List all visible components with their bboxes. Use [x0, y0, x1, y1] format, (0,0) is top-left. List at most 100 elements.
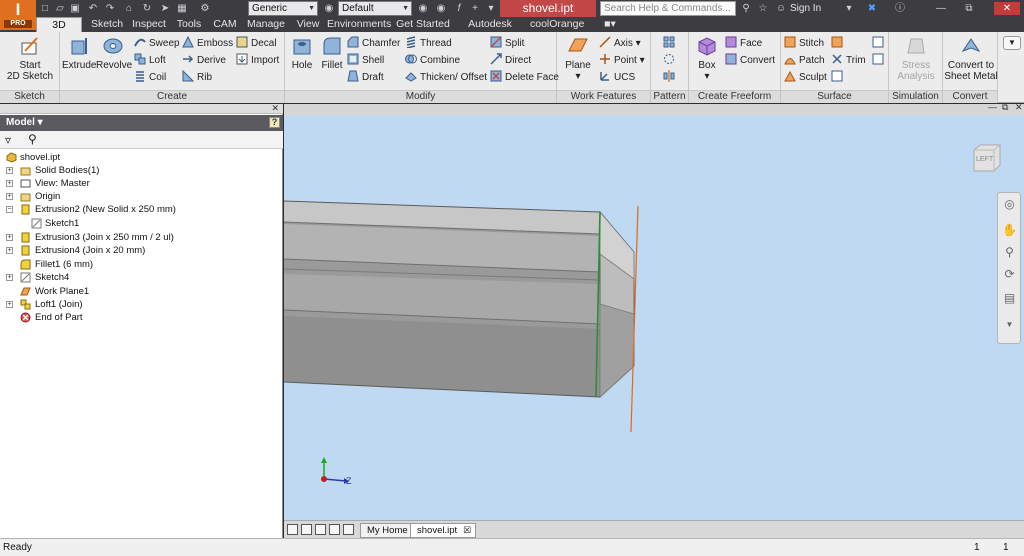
extend-surface-button[interactable]	[831, 36, 846, 51]
loft-button[interactable]: Loft	[134, 53, 166, 68]
tree-node-shovel[interactable]: shovel.ipt	[6, 151, 60, 164]
tab-sketch[interactable]: Sketch	[88, 17, 126, 32]
select-icon[interactable]: ➤	[158, 2, 172, 15]
zoom-icon[interactable]: ⚲	[1002, 245, 1017, 260]
cascade-icon[interactable]	[315, 524, 326, 535]
clear-appearance-icon[interactable]: ◉	[416, 2, 430, 15]
fillet-button[interactable]: Fillet	[317, 35, 347, 71]
tree-node-extrusion3[interactable]: + Extrusion3 (Join x 250 mm / 2 ul)	[6, 231, 174, 244]
restore-icon[interactable]: ⧉	[962, 2, 976, 15]
emboss-button[interactable]: Emboss	[182, 36, 233, 51]
search-input[interactable]: Search Help & Commands...	[600, 1, 736, 16]
axis-button[interactable]: Axis ▾	[599, 36, 641, 51]
repair-button[interactable]	[872, 36, 887, 51]
home-icon[interactable]: ⌂	[122, 2, 136, 15]
delete-face-button[interactable]: Delete Face	[490, 70, 559, 85]
derive-button[interactable]: Derive	[182, 53, 226, 68]
direct-button[interactable]: Direct	[490, 53, 531, 68]
undo-icon[interactable]: ↶	[86, 2, 100, 15]
draft-button[interactable]: Draft	[347, 70, 384, 85]
tab-inspect[interactable]: Inspect	[130, 17, 168, 32]
viewcube[interactable]: LEFT	[970, 142, 1002, 174]
tree-node-extrusion4[interactable]: + Extrusion4 (Join x 20 mm)	[6, 244, 145, 257]
hole-button[interactable]: Hole	[287, 35, 317, 71]
save-icon[interactable]: ▣	[68, 2, 82, 15]
chevron-down-icon[interactable]: ▼	[1002, 317, 1017, 332]
binoculars-icon[interactable]: ⚲	[739, 2, 753, 15]
expand-icon[interactable]: +	[6, 193, 13, 200]
chevron-down-icon[interactable]: ▾	[842, 2, 856, 15]
tab-cam[interactable]: CAM	[210, 17, 240, 32]
stitch-button[interactable]: Stitch	[784, 36, 824, 51]
tab-my-home[interactable]: My Home	[360, 523, 415, 538]
close-icon[interactable]: ✕	[994, 2, 1020, 15]
stress-analysis-button[interactable]: Stress Analysis	[891, 35, 941, 82]
tree-node-origin[interactable]: + Origin	[6, 190, 60, 203]
tree-node-sketch4[interactable]: + Sketch4	[6, 271, 69, 284]
document-list-icon[interactable]	[343, 524, 354, 535]
expand-icon[interactable]: +	[6, 274, 13, 281]
expand-icon[interactable]: +	[6, 247, 13, 254]
tree-node-view-master[interactable]: + View: Master	[6, 177, 90, 190]
look-at-icon[interactable]: ▤	[1002, 291, 1017, 306]
tree-node-loft1[interactable]: + Loft1 (Join)	[6, 298, 83, 311]
material-select[interactable]: Generic ▼	[248, 1, 318, 16]
convert-button[interactable]: Convert	[725, 53, 775, 68]
tile-horizontal-icon[interactable]	[287, 524, 298, 535]
ucs-button[interactable]: UCS	[599, 70, 635, 85]
pan-icon[interactable]: ✋	[1002, 223, 1017, 238]
thread-button[interactable]: Thread	[405, 36, 452, 51]
tree-node-end-of-part[interactable]: End of Part	[20, 311, 83, 324]
binoculars-icon[interactable]: ⚲	[28, 132, 37, 146]
rectangular-pattern-button[interactable]	[663, 36, 678, 51]
help-icon[interactable]: ⓘ	[893, 2, 907, 15]
tree-node-solid-bodies[interactable]: + Solid Bodies(1)	[6, 164, 99, 177]
plus-icon[interactable]: +	[468, 2, 482, 15]
replace-face-button[interactable]	[831, 70, 846, 85]
tab-autodesk-a360[interactable]: Autodesk A360	[455, 17, 525, 45]
close-icon[interactable]: ✕	[271, 103, 279, 114]
sweep-button[interactable]: Sweep	[134, 36, 180, 51]
ilogic-icon[interactable]: ⚙	[198, 2, 212, 15]
full-navigation-wheel-icon[interactable]: ◎	[1002, 197, 1017, 212]
tab-3d-model[interactable]: 3D Model	[36, 17, 82, 46]
rib-button[interactable]: Rib	[182, 70, 212, 85]
patch-button[interactable]: Patch	[784, 53, 825, 68]
box-button[interactable]: Box ▾	[691, 35, 723, 82]
adjust-icon[interactable]: ◉	[434, 2, 448, 15]
tab-view[interactable]: View	[293, 17, 323, 32]
combine-button[interactable]: Combine	[405, 53, 460, 68]
mirror-button[interactable]	[663, 70, 678, 85]
update-icon[interactable]: ↻	[140, 2, 154, 15]
exchange-icon[interactable]: ✖	[865, 2, 879, 15]
close-tab-icon[interactable]: ☒	[463, 524, 471, 537]
redo-icon[interactable]: ↷	[103, 2, 117, 15]
coil-button[interactable]: Coil	[134, 70, 166, 85]
tree-node-extrusion2[interactable]: − Extrusion2 (New Solid x 250 mm)	[6, 203, 176, 216]
tile-vertical-icon[interactable]	[301, 524, 312, 535]
appearance-select[interactable]: Default ▼	[338, 1, 412, 16]
shell-button[interactable]: Shell	[347, 53, 384, 68]
fit-mesh-button[interactable]	[872, 53, 887, 68]
tree-node-sketch1[interactable]: Sketch1	[31, 217, 79, 230]
import-button[interactable]: Import	[236, 53, 279, 68]
ribbon-options-button[interactable]: ▼	[1003, 36, 1021, 50]
user-icon[interactable]: ☺	[774, 2, 788, 15]
expand-icon[interactable]: +	[6, 180, 13, 187]
ribbon-display-icon[interactable]: ■▾	[600, 17, 620, 32]
plane-button[interactable]: Plane ▾	[559, 35, 597, 82]
parameters-icon[interactable]: f	[452, 2, 466, 15]
point-button[interactable]: Point ▾	[599, 53, 645, 68]
tab-environments[interactable]: Environments	[327, 17, 391, 32]
minimize-icon[interactable]: —	[934, 2, 948, 15]
decal-button[interactable]: Decal	[236, 36, 277, 51]
tree-node-work-plane1[interactable]: Work Plane1	[20, 285, 89, 298]
measure-icon[interactable]: ▦	[175, 2, 189, 15]
expand-icon[interactable]: +	[6, 301, 13, 308]
new-icon[interactable]: □	[38, 2, 52, 15]
tab-get-started[interactable]: Get Started	[396, 17, 450, 32]
chamfer-button[interactable]: Chamfer	[347, 36, 400, 51]
customize-icon[interactable]: ▾	[484, 2, 498, 15]
trim-button[interactable]: Trim	[831, 53, 866, 68]
browser-grip[interactable]: ✕	[0, 103, 283, 114]
